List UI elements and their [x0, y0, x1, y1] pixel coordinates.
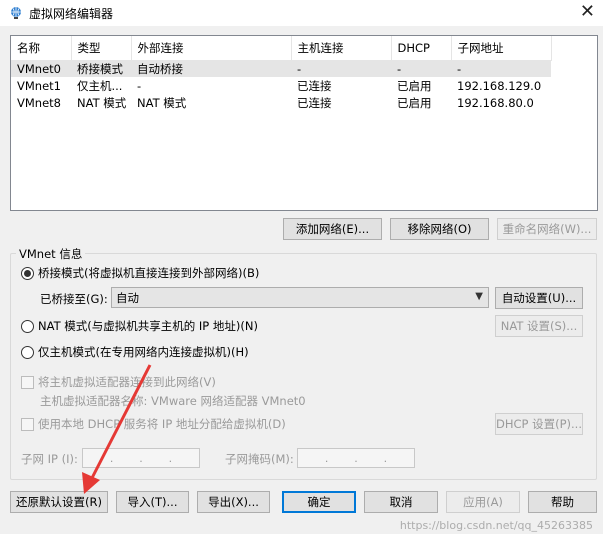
checkbox-box [21, 417, 34, 431]
radio-indicator [21, 345, 34, 359]
nat-mode-label: NAT 模式(与虚拟机共享主机的 IP 地址)(N) [38, 319, 258, 333]
bridged-mode-label: 桥接模式(将虚拟机直接连接到外部网络)(B) [38, 266, 260, 280]
rename-network-button[interactable]: 重命名网络(W)... [497, 218, 597, 240]
host-only-label: 仅主机模式(在专用网络内连接虚拟机)(H) [38, 345, 249, 359]
subnet-mask-label: 子网掩码(M): [225, 452, 294, 466]
cell-dhcp: 已启用 [397, 78, 432, 93]
cell-subnet: - [451, 60, 551, 77]
column-header-name[interactable]: 名称 [11, 36, 72, 61]
cell-dhcp: 已启用 [397, 95, 432, 110]
cell-name: VMnet8 [17, 95, 61, 110]
vmnet-info-legend: VMnet 信息 [16, 246, 86, 262]
auto-settings-button[interactable]: 自动设置(U)... [495, 287, 583, 309]
cell-external: 自动桥接 [131, 60, 291, 77]
bridged-to-value: 自动 [116, 290, 139, 305]
cell-dhcp: - [391, 60, 451, 77]
cell-name: VMnet0 [11, 60, 71, 77]
cancel-button[interactable]: 取消 [364, 491, 438, 513]
table-row[interactable]: VMnet0 桥接模式 自动桥接 - - - [11, 60, 551, 77]
nat-settings-button[interactable]: NAT 设置(S)... [495, 315, 583, 337]
column-header-dhcp[interactable]: DHCP [391, 36, 452, 61]
ip-dot: . [324, 451, 329, 465]
help-button[interactable]: 帮助 [528, 491, 597, 513]
subnet-mask-input[interactable]: ... [297, 448, 415, 468]
network-list[interactable]: 名称 类型 外部连接 主机连接 DHCP 子网地址 VMnet0 桥接模式 自动… [10, 35, 598, 211]
remove-network-button[interactable]: 移除网络(O) [390, 218, 489, 240]
ip-dot: . [109, 451, 114, 465]
ip-dot: . [139, 451, 143, 465]
export-button[interactable]: 导出(X)... [197, 491, 270, 513]
nat-mode-radio[interactable]: NAT 模式(与虚拟机共享主机的 IP 地址)(N) [21, 318, 258, 334]
column-header-host[interactable]: 主机连接 [291, 36, 392, 61]
cell-type: 桥接模式 [71, 60, 131, 77]
cell-type: NAT 模式 [77, 95, 127, 110]
cell-host: - [291, 60, 391, 77]
apply-button[interactable]: 应用(A) [446, 491, 520, 513]
cell-host: 已连接 [297, 95, 332, 110]
adapter-name-text: 主机虚拟适配器名称: VMware 网络适配器 VMnet0 [40, 394, 306, 408]
cell-external: NAT 模式 [137, 95, 187, 110]
chevron-down-icon: ▼ [475, 291, 483, 302]
radio-indicator [21, 266, 34, 280]
restore-defaults-button[interactable]: 还原默认设置(R) [10, 491, 108, 513]
cell-host: 已连接 [297, 78, 332, 93]
cell-name: VMnet1 [17, 78, 61, 93]
radio-indicator [21, 319, 34, 333]
table-row[interactable]: VMnet1 仅主机... - 已连接 已启用 192.168.129.0 [11, 77, 551, 94]
window-title: 虚拟网络编辑器 [29, 6, 114, 21]
network-globe-icon [11, 7, 21, 19]
subnet-ip-input[interactable]: ... [82, 448, 200, 468]
watermark: https://blog.csdn.net/qq_45263385 [399, 519, 593, 532]
connect-adapter-label: 将主机虚拟适配器连接到此网络(V) [38, 375, 216, 389]
host-only-radio[interactable]: 仅主机模式(在专用网络内连接虚拟机)(H) [21, 344, 249, 360]
ok-button[interactable]: 确定 [282, 491, 356, 513]
radio-dot [24, 269, 31, 277]
column-header-subnet[interactable]: 子网地址 [451, 36, 552, 61]
ip-dot: . [383, 451, 388, 465]
subnet-ip-label: 子网 IP (I): [21, 452, 78, 466]
dhcp-settings-button[interactable]: DHCP 设置(P)... [495, 413, 583, 435]
cell-subnet: 192.168.129.0 [457, 78, 542, 93]
cell-type: 仅主机... [77, 78, 123, 93]
ip-dot: . [168, 451, 173, 465]
bridged-to-label: 已桥接至(G): [40, 292, 108, 306]
bridged-mode-radio[interactable]: 桥接模式(将虚拟机直接连接到外部网络)(B) [21, 265, 259, 281]
network-table: 名称 类型 外部连接 主机连接 DHCP 子网地址 VMnet0 桥接模式 自动… [11, 36, 552, 111]
add-network-button[interactable]: 添加网络(E)... [283, 218, 382, 240]
cell-subnet: 192.168.80.0 [457, 95, 534, 110]
column-header-external[interactable]: 外部连接 [131, 36, 292, 61]
close-icon[interactable]: ✕ [580, 3, 595, 21]
table-row[interactable]: VMnet8 NAT 模式 NAT 模式 已连接 已启用 192.168.80.… [11, 94, 551, 111]
checkbox-box [21, 375, 34, 389]
column-header-type[interactable]: 类型 [71, 36, 132, 61]
dhcp-checkbox[interactable]: 使用本地 DHCP 服务将 IP 地址分配给虚拟机(D) [21, 416, 286, 432]
ip-dot: . [354, 451, 358, 465]
bridged-to-select[interactable]: 自动 ▼ [111, 287, 489, 308]
connect-adapter-checkbox[interactable]: 将主机虚拟适配器连接到此网络(V) [21, 374, 216, 390]
dhcp-label: 使用本地 DHCP 服务将 IP 地址分配给虚拟机(D) [38, 417, 286, 431]
title-bar: 虚拟网络编辑器 ✕ [0, 0, 603, 26]
import-button[interactable]: 导入(T)... [116, 491, 189, 513]
cell-external: - [137, 78, 142, 93]
